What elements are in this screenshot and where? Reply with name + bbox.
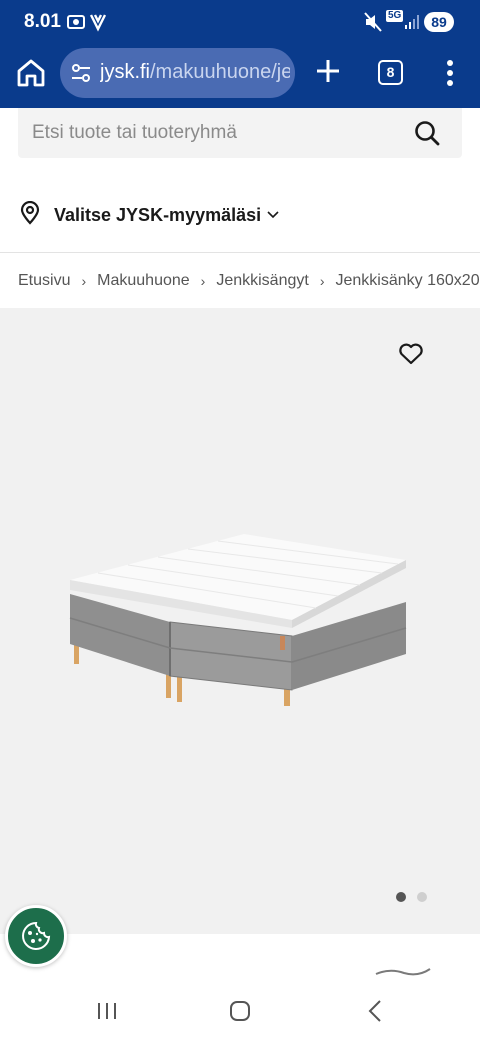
vpn-icon: [89, 12, 107, 37]
breadcrumb-item-current: Jenkkisänky 160x200: [335, 272, 480, 289]
gallery-dot-active[interactable]: [396, 892, 406, 902]
system-nav-bar: [0, 982, 480, 1040]
tabs-icon[interactable]: 8: [378, 60, 403, 85]
store-selector[interactable]: Valitse JYSK-myymäläsi: [20, 198, 279, 232]
recents-icon[interactable]: [96, 1002, 118, 1020]
url-domain: jysk.fi: [100, 61, 150, 83]
nav-home-icon[interactable]: [229, 1000, 251, 1022]
status-bar: 8.01 5G 89: [0, 0, 480, 44]
chevron-right-icon: ›: [200, 273, 206, 289]
more-vert-icon[interactable]: [438, 58, 462, 88]
gallery-dot[interactable]: [417, 892, 427, 902]
tune-icon[interactable]: [70, 62, 92, 84]
network-badge: 5G: [386, 10, 404, 22]
breadcrumb: Etusivu › Makuuhuone › Jenkkisängyt › Je…: [18, 270, 480, 292]
signal-icon: [404, 14, 420, 35]
product-image: [69, 534, 407, 706]
url-text: jysk.fi/makuuhuone/jenkkisangyt: [100, 61, 290, 84]
cookie-settings-button[interactable]: [5, 905, 67, 967]
chevron-down-icon: [267, 206, 279, 224]
back-icon[interactable]: [367, 999, 383, 1023]
chevron-right-icon: ›: [319, 273, 325, 289]
plus-icon[interactable]: [313, 56, 343, 86]
decorative-wave: [375, 968, 431, 976]
status-time: 8.01: [24, 11, 61, 32]
breadcrumb-item-etusivu[interactable]: Etusivu: [18, 272, 70, 290]
search-icon[interactable]: [414, 120, 440, 146]
cookie-icon: [22, 921, 51, 950]
product-image-gallery[interactable]: [0, 308, 480, 934]
breadcrumb-item-makuuhuone[interactable]: Makuuhuone: [97, 272, 190, 290]
screenshot-icon: [66, 12, 86, 37]
mute-icon: [364, 12, 382, 37]
search-bar: [18, 108, 462, 158]
search-input[interactable]: [18, 108, 408, 158]
browser-toolbar: jysk.fi/makuuhuone/jenkkisangyt 8: [0, 46, 480, 100]
battery-level: 89: [424, 12, 454, 32]
divider: [0, 252, 480, 253]
location-pin-icon: [20, 200, 40, 230]
heart-icon[interactable]: [398, 342, 424, 366]
browser-chrome: 8.01 5G 89 jysk.fi/makuuhuone/jenkkisang…: [0, 0, 480, 108]
store-selector-label: Valitse JYSK-myymäläsi: [54, 204, 262, 225]
home-icon[interactable]: [14, 56, 48, 90]
url-bar[interactable]: jysk.fi/makuuhuone/jenkkisangyt: [60, 48, 295, 98]
breadcrumb-item-jenkkisangyt[interactable]: Jenkkisängyt: [216, 272, 309, 290]
chevron-right-icon: ›: [81, 273, 87, 289]
url-path: /makuuhuone/jenkkisangyt: [150, 61, 290, 83]
